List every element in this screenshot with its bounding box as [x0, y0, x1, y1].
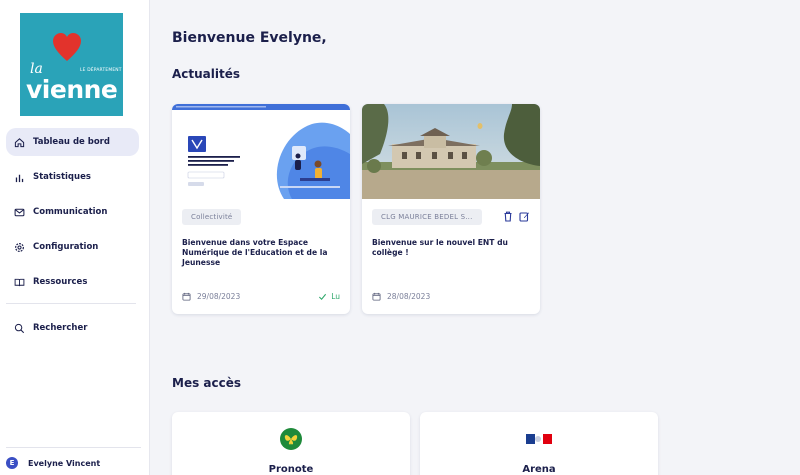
read-status-text: Lu	[331, 292, 340, 301]
news-category-chip: Collectivité	[182, 209, 242, 225]
calendar-icon	[182, 292, 191, 301]
access-section-title: Mes accès	[172, 376, 242, 390]
news-card[interactable]: CLG MAURICE BEDEL S... Bienvenue sur le …	[362, 104, 540, 314]
edit-icon[interactable]	[519, 211, 530, 222]
user-divider	[6, 447, 141, 448]
sidebar: la Le département vienne Tableau de bord…	[0, 0, 150, 475]
sidebar-item-ressources[interactable]: Ressources	[6, 268, 139, 296]
calendar-icon	[372, 292, 381, 301]
sidebar-item-statistiques[interactable]: Statistiques	[6, 163, 139, 191]
nav-divider	[6, 303, 136, 304]
sidebar-item-label: Configuration	[33, 242, 99, 252]
news-card-image	[362, 104, 540, 199]
news-date-text: 28/08/2023	[387, 292, 431, 301]
news-card-date: 29/08/2023	[182, 292, 240, 301]
sidebar-nav: Tableau de bord Statistiques Communicati…	[0, 128, 150, 349]
news-date-text: 29/08/2023	[197, 292, 241, 301]
sidebar-item-rechercher[interactable]: Rechercher	[6, 314, 139, 342]
heart-logo-icon	[53, 33, 81, 61]
gear-icon	[13, 241, 25, 253]
marianne-logo-icon	[526, 434, 552, 444]
pronote-logo-icon	[280, 428, 302, 450]
bar-chart-icon	[13, 171, 25, 183]
vienne-logo[interactable]: la Le département vienne	[20, 13, 123, 116]
mail-icon	[13, 206, 25, 218]
news-category-chip: CLG MAURICE BEDEL S...	[372, 209, 482, 225]
access-tile-arena[interactable]: Arena	[420, 412, 658, 475]
home-icon	[13, 136, 25, 148]
user-name: Evelyne Vincent	[28, 458, 101, 468]
sidebar-item-configuration[interactable]: Configuration	[6, 233, 139, 261]
avatar: E	[6, 457, 18, 469]
page-title: Bienvenue Evelyne,	[172, 30, 327, 46]
main-content: Bienvenue Evelyne, Actualités Collectivi…	[150, 0, 800, 475]
news-card-title: Bienvenue dans votre Espace Numérique de…	[182, 238, 328, 267]
sidebar-item-communication[interactable]: Communication	[6, 198, 139, 226]
sidebar-item-label: Statistiques	[33, 172, 91, 182]
news-card-image	[172, 104, 350, 199]
access-tile-pronote[interactable]: Pronote	[172, 412, 410, 475]
check-icon	[319, 293, 327, 301]
logo-tag-text: Le département	[80, 68, 122, 73]
delete-icon[interactable]	[503, 211, 513, 222]
news-card-title: Bienvenue sur le nouvel ENT du collège !	[372, 238, 508, 257]
access-label: Arena	[522, 464, 556, 475]
access-label: Pronote	[268, 464, 314, 475]
sidebar-item-tableau-de-bord[interactable]: Tableau de bord	[6, 128, 139, 156]
sidebar-item-label: Rechercher	[33, 323, 88, 333]
sidebar-item-label: Communication	[33, 207, 108, 217]
logo-main-text: vienne	[26, 75, 118, 104]
news-section-title: Actualités	[172, 67, 241, 81]
search-icon	[13, 322, 25, 334]
sidebar-item-label: Ressources	[33, 277, 88, 287]
book-icon	[13, 276, 25, 288]
news-card-actions	[503, 211, 530, 222]
news-card[interactable]: Collectivité Bienvenue dans votre Espace…	[172, 104, 350, 314]
user-profile[interactable]: E Evelyne Vincent	[6, 457, 100, 469]
sidebar-item-label: Tableau de bord	[33, 137, 110, 147]
read-status: Lu	[318, 292, 340, 301]
news-card-date: 28/08/2023	[372, 292, 430, 301]
